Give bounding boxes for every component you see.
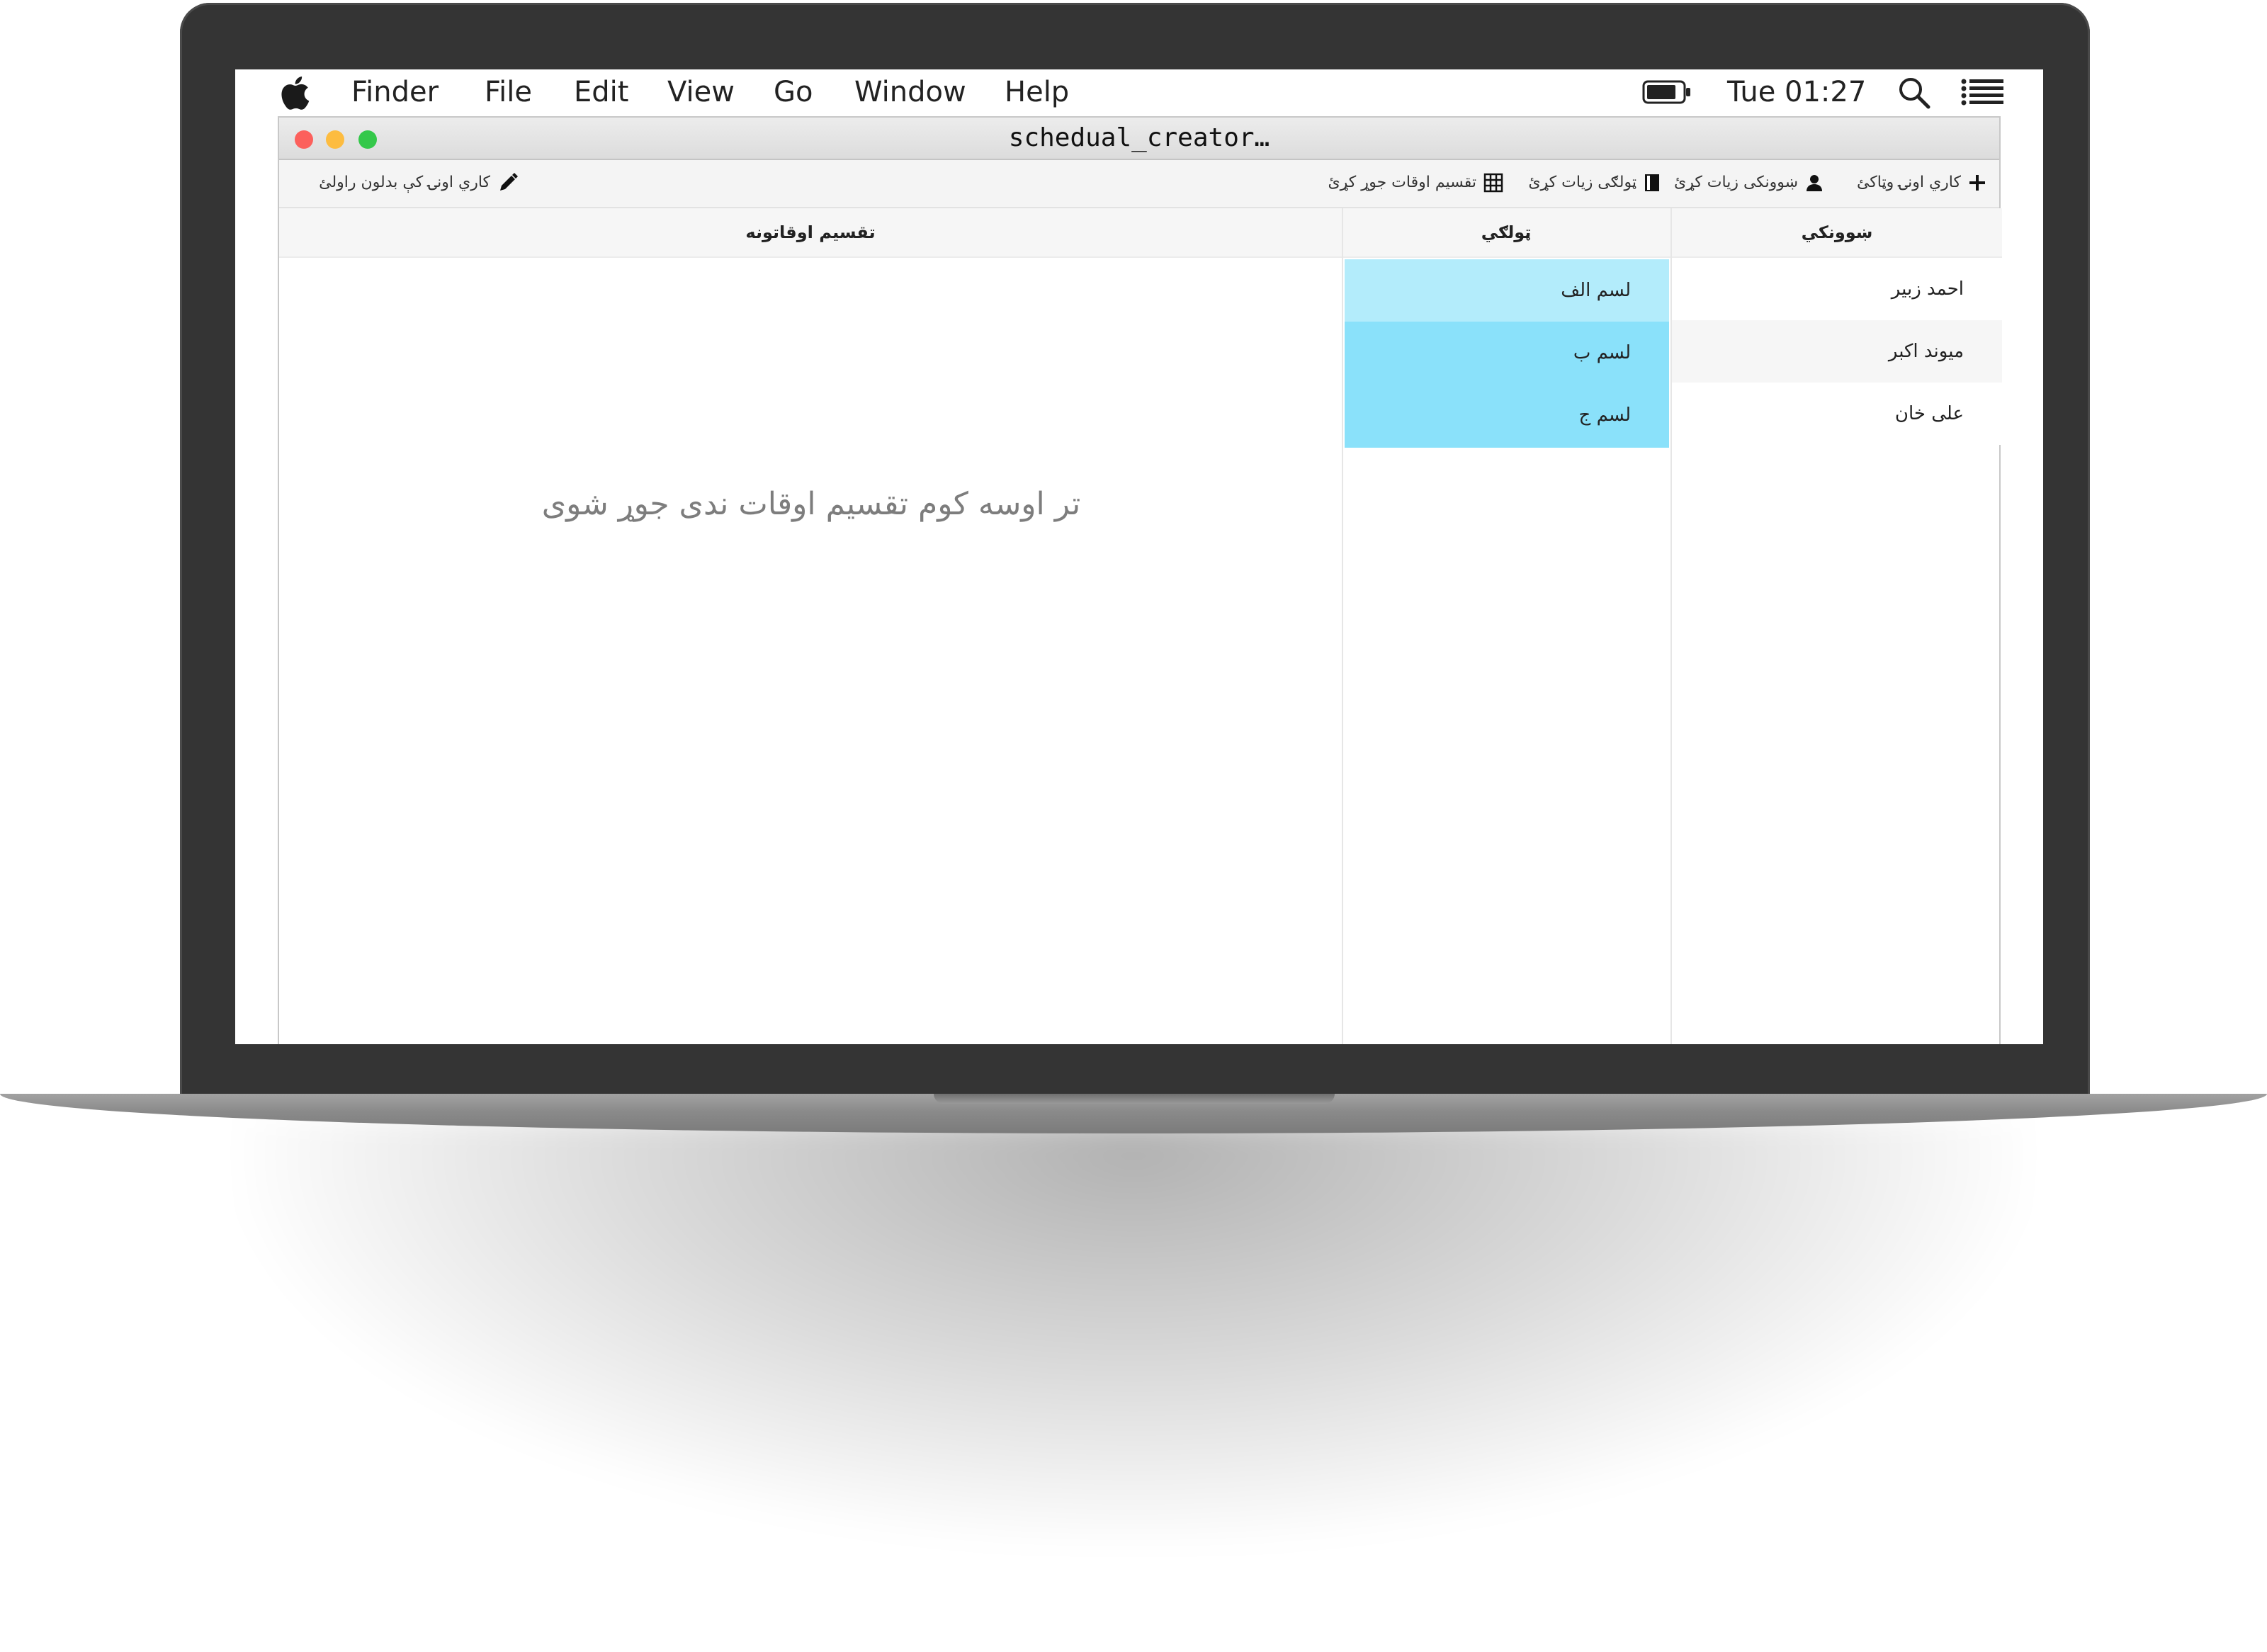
title-bar[interactable]: schedual_creator… [279,118,1999,160]
grid-icon [1483,173,1503,193]
menu-help[interactable]: Help [1005,75,1069,109]
pencil-icon [500,173,518,191]
teacher-row[interactable]: علی خان [1672,383,2002,445]
book-icon [1645,174,1659,191]
menu-bar: Finder File Edit View Go Window Help Tue… [235,69,2043,115]
create-schedule-button[interactable]: تقسیم اوقات جوړ کړئ [1328,170,1503,196]
battery-icon[interactable] [1642,79,1692,105]
schedules-column-header: تقسیم اوقاتونه [279,208,1342,258]
add-teacher-label: ښوونکی زیات کړئ [1673,174,1798,191]
add-work-week-button[interactable]: کاري اونۍ وټاکئ [1857,170,1986,196]
menu-window[interactable]: Window [854,75,966,109]
window-title: schedual_creator… [1008,123,1270,152]
menu-file[interactable]: File [485,75,532,109]
clock[interactable]: Tue 01:27 [1727,75,1866,109]
teacher-row[interactable]: میوند اکبر [1672,320,2002,383]
teachers-column-header: ښوونکي [1672,208,2002,258]
classes-column-header: ټولګي [1342,208,1670,258]
search-icon[interactable] [1897,77,1933,109]
edit-work-week-button[interactable]: کاري اونۍ کې بدلون راولئ [319,170,519,196]
toolbar: کاري اونۍ وټاکئ ښوونکی زیات کړئ ټولګی زی… [279,160,1999,208]
screen: Finder File Edit View Go Window Help Tue… [235,69,2043,1044]
empty-schedule-message: تر اوسه کوم تقسیم اوقات ندی جوړ شوی [541,486,1081,522]
laptop-shadow [241,1119,2026,1544]
menu-finder[interactable]: Finder [351,75,439,109]
menu-go[interactable]: Go [774,75,813,109]
add-teacher-button[interactable]: ښوونکی زیات کړئ [1674,170,1824,196]
edit-work-week-label: کاري اونۍ کې بدلون راولئ [319,174,490,191]
person-icon [1807,175,1822,191]
apple-logo-icon[interactable] [278,74,310,112]
add-class-label: ټولګی زیات کړئ [1528,174,1636,191]
add-class-button[interactable]: ټولګی زیات کړئ [1528,170,1661,196]
class-row[interactable]: لسم ب [1345,322,1669,384]
add-work-week-label: کاري اونۍ وټاکئ [1856,174,1961,191]
list-icon[interactable] [1961,78,2005,106]
laptop-notch [934,1094,1335,1104]
menu-view[interactable]: View [667,75,735,109]
column-divider [1342,208,1343,1044]
plus-icon [1969,175,1985,191]
teacher-row[interactable]: احمد زبیر [1672,258,2002,320]
class-row[interactable]: لسم ج [1345,384,1669,448]
class-row-selected[interactable]: لسم الف [1345,259,1669,322]
app-window: schedual_creator… کاري اونۍ وټاکئ ښوونکی… [278,116,2002,1044]
create-schedule-label: تقسیم اوقات جوړ کړئ [1328,174,1476,191]
menu-edit[interactable]: Edit [574,75,628,109]
